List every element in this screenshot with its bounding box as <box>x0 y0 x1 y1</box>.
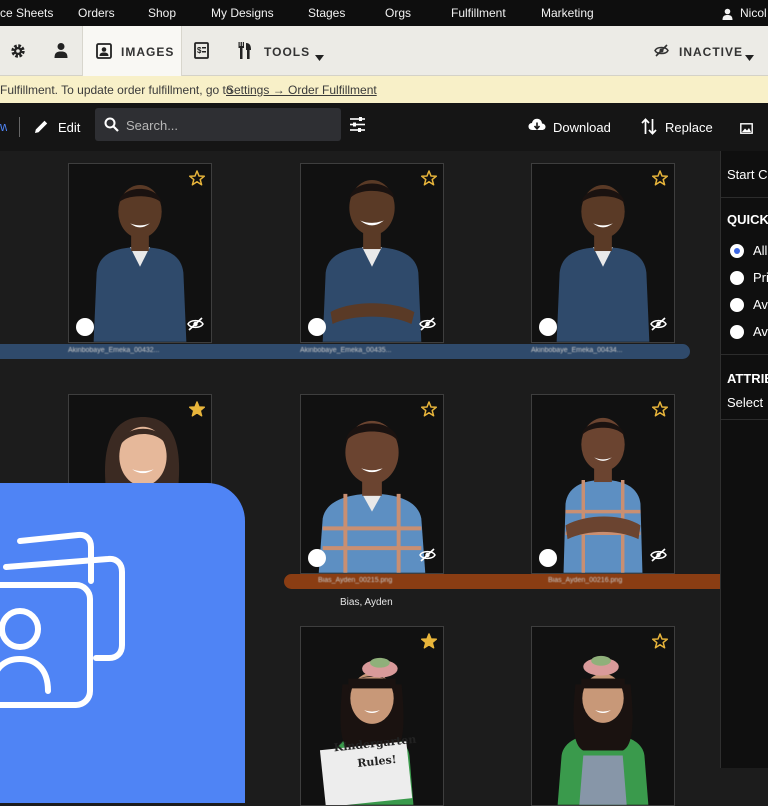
divider <box>721 354 768 355</box>
photo-card[interactable]: Kindergarten Rules! <box>300 626 444 806</box>
gear-icon[interactable] <box>10 43 26 64</box>
banner-text: Fulfillment. To update order fulfillment… <box>0 83 233 97</box>
chevron-down-icon[interactable] <box>745 48 754 66</box>
nav-item-shop[interactable]: Shop <box>148 6 176 20</box>
eye-slash-icon <box>654 44 669 62</box>
filter-sliders-icon[interactable] <box>349 116 366 138</box>
star-icon[interactable] <box>651 170 669 191</box>
radio-available[interactable] <box>730 298 744 312</box>
actions-bar: w Edit Search... Download Replace <box>0 103 768 151</box>
eye-slash-icon[interactable] <box>650 548 667 567</box>
quick-filters-heading: QUICK <box>727 212 768 227</box>
photo-card[interactable] <box>68 163 212 343</box>
edit-button[interactable]: Edit <box>58 120 80 135</box>
nav-item-stages[interactable]: Stages <box>308 6 345 20</box>
subject-name-label: Bias, Ayden <box>340 597 393 608</box>
nav-item-price-sheets[interactable]: ce Sheets <box>0 6 53 20</box>
eye-slash-icon[interactable] <box>419 548 436 567</box>
star-icon[interactable] <box>188 170 206 191</box>
star-icon[interactable] <box>420 401 438 422</box>
cloud-download-icon <box>528 118 546 139</box>
image-icon[interactable] <box>740 121 753 139</box>
radio-primary[interactable] <box>730 271 744 285</box>
search-icon <box>104 117 119 137</box>
images-icon <box>96 43 112 64</box>
download-button[interactable]: Download <box>553 120 611 135</box>
top-nav: ce Sheets Orders Shop My Designs Stages … <box>0 0 768 26</box>
attributes-heading: ATTRIB <box>727 371 768 386</box>
photo-filename: Akinbobaye_Emeka_00434... <box>531 347 623 354</box>
tools-menu-label[interactable]: TOOLS <box>264 45 310 59</box>
radio-available-2-label: Av <box>753 324 768 339</box>
nav-item-my-designs[interactable]: My Designs <box>211 6 274 20</box>
person-icon[interactable] <box>53 42 69 63</box>
replace-arrows-icon <box>641 118 657 140</box>
chevron-down-icon[interactable] <box>315 48 324 66</box>
radio-primary-label: Pri <box>753 270 768 285</box>
star-icon[interactable] <box>651 401 669 422</box>
divider <box>721 419 768 420</box>
eye-slash-icon[interactable] <box>419 317 436 336</box>
user-icon <box>722 7 733 25</box>
divider <box>721 197 768 198</box>
photo-filename: Akinbobaye_Emeka_00435... <box>300 347 392 354</box>
photo-badge-icon <box>539 318 557 336</box>
radio-all[interactable] <box>730 244 744 258</box>
nav-item-orders[interactable]: Orders <box>78 6 115 20</box>
photo-filename: Akinbobaye_Emeka_00432... <box>68 347 160 354</box>
tab-images-label: IMAGES <box>121 45 175 59</box>
search-field[interactable]: Search... <box>95 108 341 141</box>
user-name[interactable]: Nicol <box>740 6 767 20</box>
fulfillment-banner: Fulfillment. To update order fulfillment… <box>0 76 768 103</box>
photo-badge-icon <box>539 549 557 567</box>
photo-filename: Bias_Ayden_00216.png <box>548 577 623 584</box>
view-link-fragment[interactable]: w <box>0 119 7 133</box>
radio-all-label: All <box>753 243 768 258</box>
photo-badge-icon <box>308 318 326 336</box>
radio-available-label: Av <box>753 297 768 312</box>
nav-item-marketing[interactable]: Marketing <box>541 6 594 20</box>
eye-slash-icon[interactable] <box>650 317 667 336</box>
filter-panel: Start C QUICK All Pri Av Av ATTRIB Selec… <box>720 151 768 768</box>
search-input[interactable]: Search... <box>126 118 178 133</box>
eye-slash-icon[interactable] <box>187 317 204 336</box>
radio-available-2[interactable] <box>730 325 744 339</box>
tools-icon <box>238 42 252 64</box>
order-fulfillment-settings-link[interactable]: Settings → Order Fulfillment <box>226 83 377 97</box>
replace-button[interactable]: Replace <box>665 120 713 135</box>
star-icon[interactable] <box>651 633 669 654</box>
start-button[interactable]: Start C <box>727 167 767 182</box>
photo-badge-icon <box>308 549 326 567</box>
photos-feature-tile <box>0 483 245 803</box>
tab-images[interactable]: IMAGES <box>82 26 182 76</box>
photo-card[interactable] <box>531 394 675 574</box>
photos-stack-icon <box>0 523 130 718</box>
star-icon[interactable] <box>420 170 438 191</box>
divider <box>19 117 20 137</box>
price-sheet-icon[interactable]: $ <box>194 42 209 64</box>
photo-card[interactable] <box>531 163 675 343</box>
select-attribute-dropdown[interactable]: Select <box>727 395 763 410</box>
nav-item-fulfillment[interactable]: Fulfillment <box>451 6 506 20</box>
photo-badge-icon <box>76 318 94 336</box>
inactive-status-label[interactable]: INACTIVE <box>679 45 743 59</box>
photo-card[interactable] <box>531 626 675 806</box>
photo-card[interactable] <box>300 163 444 343</box>
photo-filename: Bias_Ayden_00215.png <box>318 577 393 584</box>
nav-item-orgs[interactable]: Orgs <box>385 6 411 20</box>
project-toolbar: IMAGES $ TOOLS INACTIVE <box>0 26 768 76</box>
photo-card[interactable] <box>300 394 444 574</box>
svg-text:$: $ <box>197 46 202 55</box>
pencil-icon <box>34 119 49 139</box>
star-icon[interactable] <box>420 633 438 654</box>
star-icon[interactable] <box>188 401 206 422</box>
